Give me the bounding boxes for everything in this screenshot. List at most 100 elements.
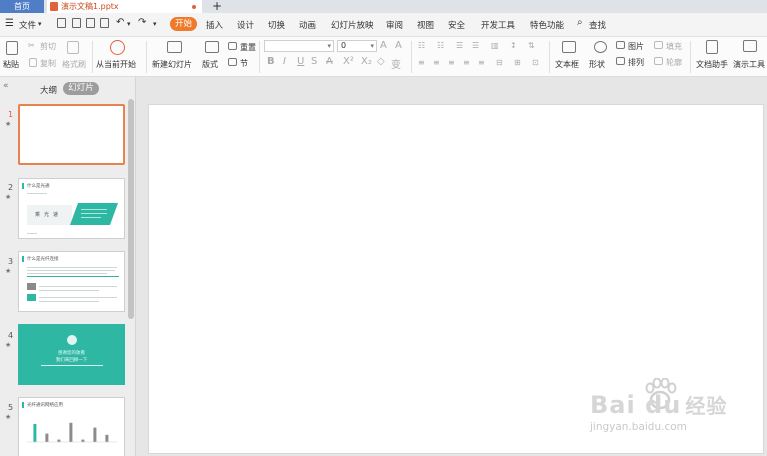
chevron-down-icon[interactable]: ▾ xyxy=(38,20,42,28)
reset-button[interactable]: 重置 xyxy=(240,42,256,53)
shadow-icon[interactable]: S xyxy=(311,56,317,67)
outline-button[interactable]: 轮廓 xyxy=(666,57,682,68)
picture-icon[interactable] xyxy=(616,41,625,49)
slide-number: 5 xyxy=(8,403,14,412)
text-direction-icon[interactable]: ⇅ xyxy=(528,41,535,50)
tab-home[interactable]: 首页 xyxy=(0,0,44,13)
menu-file[interactable]: 文件 xyxy=(19,19,36,31)
decrease-font-icon[interactable]: A xyxy=(395,40,402,51)
smartart-icon[interactable]: ⊞ xyxy=(514,58,521,67)
font-color-icon[interactable]: 变 xyxy=(391,56,401,71)
menu-slideshow[interactable]: 幻灯片放映 xyxy=(331,19,374,31)
slide-thumbnail-2[interactable]: 什么是光通 乘 光 速 xyxy=(18,178,125,239)
outline-icon[interactable] xyxy=(654,57,663,65)
doc-helper-button[interactable]: 文档助手 xyxy=(696,59,728,70)
menu-security[interactable]: 安全 xyxy=(448,19,465,31)
decrease-indent-icon[interactable]: ☰ xyxy=(456,41,463,50)
picture-button[interactable]: 图片 xyxy=(628,41,644,52)
menu-insert[interactable]: 插入 xyxy=(206,19,223,31)
convert-icon[interactable]: ⊡ xyxy=(532,58,539,67)
quick-access-dropdown-icon[interactable]: ▾ xyxy=(153,20,157,28)
arrange-button[interactable]: 排列 xyxy=(628,57,644,68)
bold-icon[interactable]: B xyxy=(267,56,275,67)
menu-review[interactable]: 审阅 xyxy=(386,19,403,31)
present-tools-button[interactable]: 演示工具 xyxy=(733,59,765,70)
tab-outline[interactable]: 大纲 xyxy=(40,84,57,96)
menu-special-features[interactable]: 特色功能 xyxy=(530,19,564,31)
play-from-current-icon[interactable] xyxy=(110,40,125,55)
columns-icon[interactable]: ▥ xyxy=(491,41,499,50)
format-painter-button[interactable]: 格式刷 xyxy=(62,59,86,70)
font-name-select[interactable]: ▾ xyxy=(264,40,334,52)
align-right-icon[interactable]: ≡ xyxy=(448,58,455,67)
strikethrough-icon[interactable]: A xyxy=(326,56,333,67)
redo-icon[interactable]: ↷ xyxy=(138,17,146,28)
section-button[interactable]: 节 xyxy=(240,58,248,69)
thumb-chart-bar xyxy=(57,439,61,442)
line-spacing-icon[interactable]: ↕ xyxy=(510,41,517,50)
section-icon[interactable] xyxy=(228,58,237,66)
bullets-icon[interactable]: ☷ xyxy=(418,41,425,50)
new-slide-icon[interactable] xyxy=(167,41,182,53)
menu-animation[interactable]: 动画 xyxy=(299,19,316,31)
menu-transition[interactable]: 切换 xyxy=(268,19,285,31)
underline-icon[interactable]: U xyxy=(297,56,304,67)
new-slide-button[interactable]: 新建幻灯片 xyxy=(152,59,192,70)
increase-font-icon[interactable]: A xyxy=(380,40,387,51)
align-center-icon[interactable]: ≡ xyxy=(433,58,440,67)
paste-button[interactable]: 粘贴 xyxy=(3,59,19,70)
layout-button[interactable]: 版式 xyxy=(202,59,218,70)
fill-icon[interactable] xyxy=(654,41,663,49)
search-icon[interactable]: ⌕ xyxy=(577,17,583,28)
cut-icon[interactable]: ✂ xyxy=(28,41,35,50)
tab-slides[interactable]: 幻灯片 xyxy=(63,82,99,95)
align-text-icon[interactable]: ⊟ xyxy=(496,58,503,67)
reset-icon[interactable] xyxy=(228,42,237,50)
copy-button[interactable]: 复制 xyxy=(40,58,56,69)
menu-start[interactable]: 开始 xyxy=(170,17,197,31)
superscript-icon[interactable]: X² xyxy=(343,56,354,67)
collapse-panel-icon[interactable]: « xyxy=(3,81,9,91)
share-icon[interactable] xyxy=(72,18,81,28)
menu-search[interactable]: 查找 xyxy=(589,19,606,31)
menu-developer-tools[interactable]: 开发工具 xyxy=(481,19,515,31)
justify-icon[interactable]: ≡ xyxy=(463,58,470,67)
hamburger-icon[interactable]: ☰ xyxy=(5,18,14,29)
tab-document[interactable]: 演示文稿1.pptx xyxy=(47,0,202,13)
arrange-icon[interactable] xyxy=(616,57,625,65)
print-preview-icon[interactable] xyxy=(100,18,109,28)
cut-button[interactable]: 剪切 xyxy=(40,41,56,52)
menu-view[interactable]: 视图 xyxy=(417,19,434,31)
subscript-icon[interactable]: X₂ xyxy=(361,56,372,67)
textbox-button[interactable]: 文本框 xyxy=(555,59,579,70)
format-painter-icon[interactable] xyxy=(67,41,79,54)
doc-helper-icon[interactable] xyxy=(706,40,718,54)
save-icon[interactable] xyxy=(57,18,66,28)
align-left-icon[interactable]: ≡ xyxy=(418,58,425,67)
from-current-button[interactable]: 从当前开始 xyxy=(96,59,136,70)
slide-thumbnail-3[interactable]: 什么是光纤连接 xyxy=(18,251,125,312)
numbering-icon[interactable]: ☷ xyxy=(437,41,444,50)
slide-thumbnail-5[interactable]: 光纤通讯网络应用 xyxy=(18,397,125,456)
undo-icon[interactable]: ↶ xyxy=(116,17,124,28)
increase-indent-icon[interactable]: ☰ xyxy=(472,41,479,50)
shape-button[interactable]: 形状 xyxy=(589,59,605,70)
font-size-select[interactable]: 0 ▾ xyxy=(337,40,377,52)
new-tab-button[interactable]: + xyxy=(212,0,222,13)
menu-design[interactable]: 设计 xyxy=(237,19,254,31)
copy-icon[interactable] xyxy=(29,58,37,67)
layout-icon[interactable] xyxy=(205,41,219,53)
textbox-icon[interactable] xyxy=(562,41,576,53)
print-icon[interactable] xyxy=(86,18,95,28)
clear-format-icon[interactable]: ◇ xyxy=(377,56,385,67)
slide-thumbnail-4[interactable]: 感谢您的收看 我们来回顾一下 xyxy=(18,324,125,385)
panel-scrollbar[interactable] xyxy=(128,99,134,319)
shape-icon[interactable] xyxy=(594,41,607,53)
fill-button[interactable]: 填充 xyxy=(666,41,682,52)
italic-icon[interactable]: I xyxy=(283,56,286,67)
present-tools-icon[interactable] xyxy=(743,40,757,52)
distribute-icon[interactable]: ≡ xyxy=(478,58,485,67)
undo-dropdown-icon[interactable]: ▾ xyxy=(127,20,131,28)
paste-icon[interactable] xyxy=(6,41,18,55)
slide-thumbnail-1[interactable] xyxy=(18,104,125,165)
